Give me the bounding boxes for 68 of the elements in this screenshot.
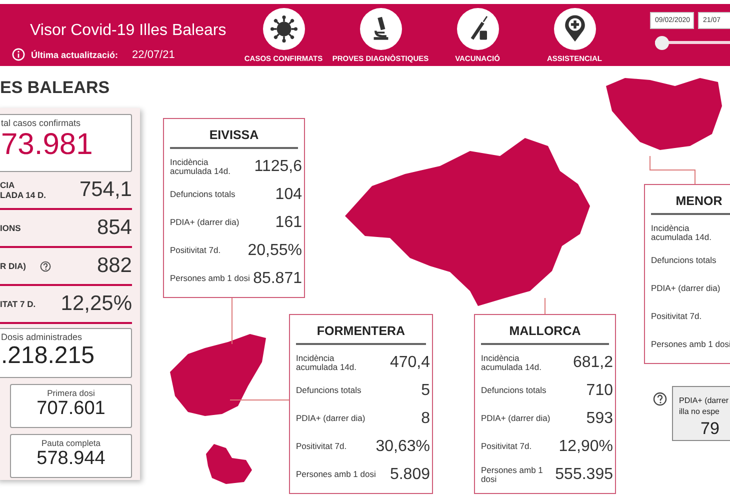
leader-line (544, 298, 546, 314)
metric-value: 470,4 (390, 354, 430, 372)
stat-label: ITAT 7 D. (0, 298, 36, 310)
metric-value: 8 (421, 410, 430, 428)
island-title: MENOR (651, 189, 730, 215)
metric-value: 5.809 (390, 466, 430, 484)
metric-label: Persones amb 1 dosi (651, 340, 730, 350)
card-label: tal casos confirmats (0, 117, 82, 128)
metric-label: Defuncions totals (651, 256, 716, 266)
metric-value: 1125,6 (254, 158, 302, 176)
note-text: PDIA+ (darrer illa no espe (679, 395, 730, 418)
island-title: EIVISSA (170, 123, 298, 149)
card-value: 707.601 (36, 398, 106, 420)
metric-label: Defuncions totals (170, 190, 236, 200)
metric-value: 593 (586, 410, 613, 428)
metric-label: Incidència acumulada 14d. (481, 354, 542, 372)
metric-value: 681,2 (572, 354, 613, 372)
metric-label: Incidència acumulada 14d. (651, 224, 712, 242)
metric-value: 710 (586, 382, 613, 400)
island-title: MALLORCA (481, 319, 609, 345)
app-title: Visor Covid-19 Illes Balears (30, 22, 228, 40)
metric-label: PDIA+ (darrer dia) (481, 414, 550, 424)
stat-value: 754,1 (79, 178, 132, 202)
metric-value: 161 (275, 214, 302, 232)
metric-label: Positivitat 7d. (296, 442, 347, 452)
metric-value: 85.871 (253, 270, 302, 288)
metric-label: Persones amb 1 dosi (296, 470, 376, 480)
help-icon[interactable] (40, 260, 51, 272)
metric-label: Positivitat 7d. (481, 442, 532, 452)
stat-value: 12,25% (60, 292, 132, 316)
card-label: Pauta completa (40, 437, 102, 448)
metric-value: 12,90% (558, 438, 613, 456)
metric-label: PDIA+ (darrer dia) (651, 284, 720, 294)
stat-label: R DIA) (0, 260, 26, 272)
card-label: Dosis administrades (0, 331, 84, 342)
metric-value: 5 (421, 382, 430, 400)
card-value: 578.944 (36, 448, 106, 470)
stat-label: IONS (0, 222, 21, 234)
slider-handle[interactable] (655, 36, 669, 50)
metric-label: Incidència acumulada 14d. (296, 354, 358, 372)
metric-value: 20,55% (248, 242, 302, 260)
metric-label: Positivitat 7d. (170, 246, 221, 256)
card-value: 73.981 (0, 128, 94, 162)
update-label: Última actualització: (31, 50, 118, 60)
metric-label: Incidència acumulada 14d. (170, 158, 232, 176)
region-title: ES BALEARS (0, 78, 110, 98)
stat-label: CIA LADA 14 D. (0, 180, 46, 200)
info-icon[interactable] (12, 48, 25, 61)
island-shape (206, 444, 252, 484)
metric-label: Persones amb 1 dosi (481, 466, 544, 484)
stat-value: 854 (96, 216, 132, 240)
update-date: 22/07/21 (132, 48, 175, 60)
note-value: 79 (700, 418, 720, 440)
metric-label: Defuncions totals (481, 386, 546, 396)
metric-label: PDIA+ (darrer dia) (170, 218, 240, 228)
metric-label: Positivitat 7d. (651, 312, 702, 322)
metric-value: 104 (275, 186, 302, 204)
leader-line (650, 156, 696, 184)
stat-value: 882 (96, 254, 132, 278)
island-title: FORMENTERA (296, 319, 426, 345)
metric-value: 30,63% (376, 438, 430, 456)
metric-label: Defuncions totals (296, 386, 362, 396)
help-icon[interactable] (653, 392, 667, 406)
card-label: Primera dosi (46, 387, 96, 398)
metric-value: 555.395 (555, 466, 613, 484)
metric-label: PDIA+ (darrer dia) (296, 414, 366, 424)
card-value: .218.215 (0, 342, 96, 370)
metric-label: Persones amb 1 dosi (170, 274, 250, 284)
